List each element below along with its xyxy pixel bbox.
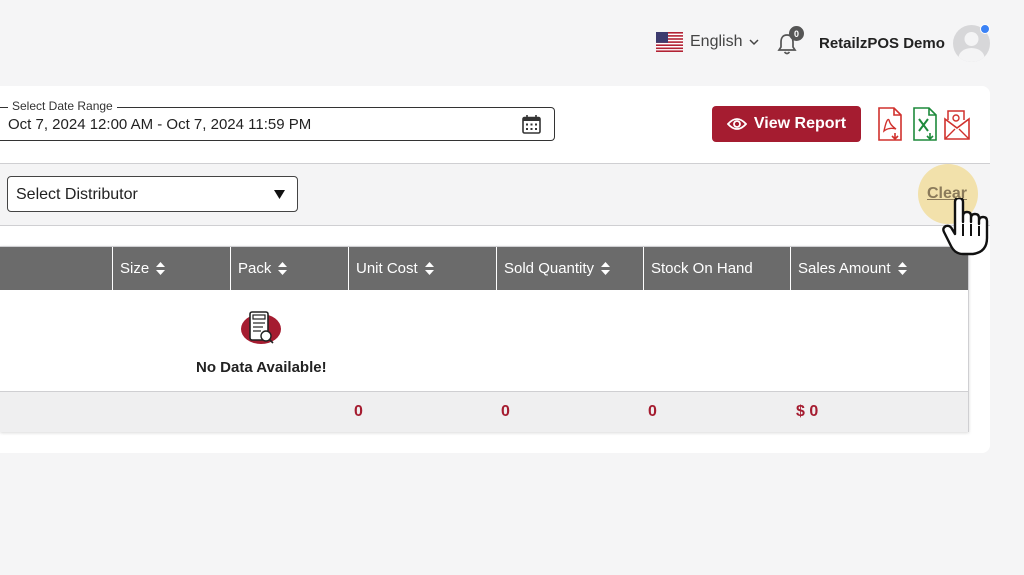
sort-icon [424, 262, 434, 275]
distributor-select[interactable]: Select Distributor [7, 176, 298, 212]
table-header: Size Pack Unit Cost Sold Quantity Stock … [0, 247, 968, 290]
column-header-label: Unit Cost [356, 260, 418, 277]
email-export-icon[interactable] [943, 107, 971, 141]
column-header-pack[interactable]: Pack [231, 247, 349, 290]
column-header-product [0, 247, 113, 290]
column-header-label: Sold Quantity [504, 260, 595, 277]
sort-icon [278, 262, 288, 275]
column-header-label: Pack [238, 260, 272, 277]
table-totals-row: 0 0 0 $ 0 [0, 391, 968, 432]
date-range-label: Select Date Range [8, 99, 117, 113]
sort-icon [601, 262, 611, 275]
eye-icon [726, 118, 747, 130]
column-header-sold-quantity[interactable]: Sold Quantity [497, 247, 644, 290]
column-header-label: Size [120, 260, 150, 277]
column-header-unit-cost[interactable]: Unit Cost [349, 247, 497, 290]
language-selector[interactable]: English [656, 32, 760, 52]
dropdown-arrow-icon [274, 190, 285, 199]
view-report-label: View Report [753, 115, 847, 132]
total-sold-quantity: 0 [501, 403, 510, 420]
us-flag-icon [656, 32, 683, 52]
no-data-icon [241, 311, 281, 344]
hand-cursor-icon [942, 198, 989, 256]
pdf-export-icon[interactable] [876, 107, 904, 141]
sort-icon [156, 262, 166, 275]
notification-count-badge: 0 [789, 26, 804, 41]
sort-icon [897, 262, 907, 275]
user-name[interactable]: RetailzPOS Demo [819, 35, 945, 52]
report-table: Size Pack Unit Cost Sold Quantity Stock … [0, 246, 969, 432]
total-stock-on-hand: 0 [648, 403, 657, 420]
column-header-label: Sales Amount [798, 260, 891, 277]
chevron-down-icon [749, 39, 760, 46]
view-report-button[interactable]: View Report [712, 106, 861, 142]
online-status-dot [980, 24, 990, 34]
excel-export-icon[interactable] [911, 107, 939, 141]
report-panel: Select Date Range Oct 7, 2024 12:00 AM -… [0, 86, 990, 453]
column-header-stock-on-hand[interactable]: Stock On Hand [644, 247, 791, 290]
column-header-label: Stock On Hand [651, 260, 753, 277]
column-header-size[interactable]: Size [113, 247, 231, 290]
calendar-icon[interactable] [521, 114, 542, 135]
language-label: English [690, 33, 743, 50]
total-sales-amount: $ 0 [796, 403, 819, 420]
top-bar: English 0 RetailzPOS Demo [0, 0, 1024, 86]
date-range-value: Oct 7, 2024 12:00 AM - Oct 7, 2024 11:59… [8, 116, 312, 133]
total-unit-cost: 0 [354, 403, 363, 420]
distributor-select-label: Select Distributor [16, 186, 138, 203]
empty-state-message: No Data Available! [196, 359, 327, 376]
filter-bar: Select Distributor Clear [0, 163, 990, 226]
date-range-field[interactable]: Select Date Range Oct 7, 2024 12:00 AM -… [0, 99, 555, 141]
